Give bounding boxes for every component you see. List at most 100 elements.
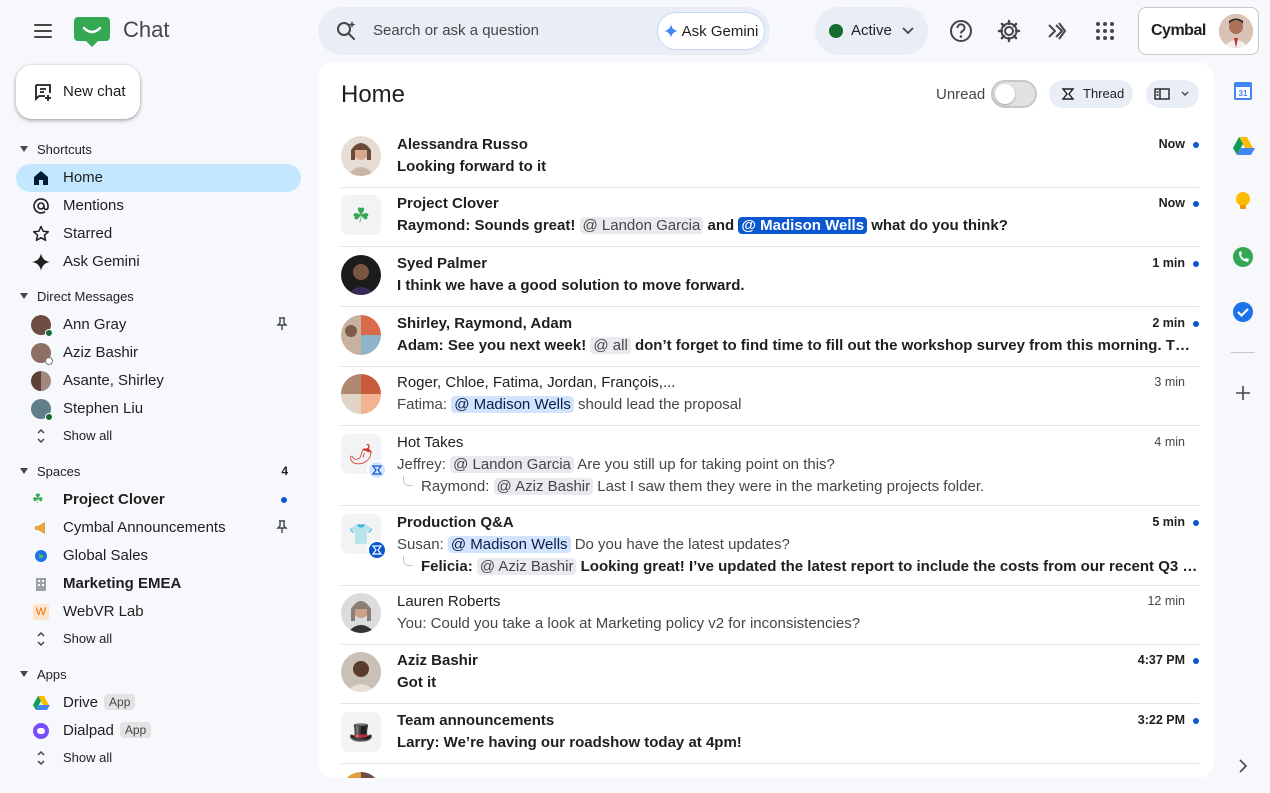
- top-hat-icon: 🎩: [341, 712, 381, 752]
- conversation-item-partial[interactable]: [341, 764, 1199, 778]
- mention-chip-self[interactable]: @ Madison Wells: [451, 396, 574, 413]
- conversation-item[interactable]: Aziz Bashir 4:37 PM Got it: [341, 644, 1199, 704]
- apps-section-toggle[interactable]: Apps: [16, 664, 296, 686]
- spaces-show-all[interactable]: Show all: [16, 625, 301, 653]
- space-item-webvr-lab[interactable]: W WebVR Lab: [16, 598, 301, 626]
- conversation-item[interactable]: Alessandra Russo Now Looking forward to …: [341, 128, 1199, 188]
- voice-phone-icon[interactable]: [1231, 245, 1255, 269]
- conversation-item[interactable]: Syed Palmer 1 min I think we have a good…: [341, 247, 1199, 307]
- space-item-marketing-emea[interactable]: Marketing EMEA: [16, 570, 301, 598]
- conversation-item[interactable]: Lauren Roberts 12 min You: Could you tak…: [341, 585, 1199, 645]
- conversation-item[interactable]: Roger, Chloe, Fatima, Jordan, François,.…: [341, 366, 1199, 426]
- ask-gemini-label: Ask Gemini: [681, 22, 759, 40]
- avatar: [341, 136, 381, 176]
- spaces-section-toggle[interactable]: Spaces 4: [16, 461, 296, 483]
- message-text: Susan:: [397, 536, 448, 553]
- chevron-right-icon[interactable]: [1231, 754, 1255, 778]
- dm-item-ann-gray[interactable]: Ann Gray: [16, 311, 301, 339]
- conversation-name: Lauren Roberts: [397, 593, 501, 610]
- message-text: Raymond:: [421, 478, 494, 495]
- direct-messages-section-toggle[interactable]: Direct Messages: [16, 286, 296, 308]
- conversation-item[interactable]: Shirley, Raymond, Adam 2 min Adam: See y…: [341, 307, 1199, 367]
- message-text: what do you think?: [867, 217, 1008, 234]
- search-placeholder[interactable]: Search or ask a question: [373, 22, 539, 39]
- view-options-button[interactable]: [1146, 80, 1199, 108]
- conversation-name: Shirley, Raymond, Adam: [397, 315, 573, 332]
- group-avatar: [341, 772, 381, 778]
- mention-chip[interactable]: @ Aziz Bashir: [493, 478, 594, 495]
- caret-down-icon: [20, 146, 28, 152]
- ask-gemini-button[interactable]: Ask Gemini: [657, 12, 765, 50]
- dm-item-aziz-bashir[interactable]: Aziz Bashir: [16, 339, 301, 367]
- keep-notes-icon[interactable]: [1231, 189, 1255, 213]
- conversation-item[interactable]: 🎩 Team announcements 3:22 PM Larry: We’r…: [341, 704, 1199, 764]
- app-title: Chat: [123, 17, 170, 42]
- presence-indicator: [45, 329, 53, 337]
- space-item-project-clover[interactable]: ☘ Project Clover: [16, 486, 301, 514]
- new-chat-button[interactable]: New chat: [16, 65, 140, 119]
- message-preview: Jeffrey: @ Landon Garcia Are you still u…: [397, 456, 1199, 473]
- conversation-name: Roger, Chloe, Fatima, Jordan, François,.…: [397, 374, 676, 391]
- google-drive-icon[interactable]: [1231, 134, 1255, 158]
- mention-chip-self[interactable]: @ Madison Wells: [447, 536, 571, 553]
- message-text: don’t forget to find time to fill out th…: [634, 337, 1199, 354]
- conversation-item[interactable]: 👕 Production Q&A 5 min Susan: @ Madison …: [341, 506, 1199, 586]
- conversation-name: Syed Palmer: [397, 255, 488, 272]
- conversation-name: Team announcements: [397, 712, 555, 729]
- calendar-icon[interactable]: 31: [1231, 79, 1255, 103]
- letter-w-icon: W: [33, 604, 49, 620]
- mention-chip-self[interactable]: @ Madison Wells: [738, 217, 868, 234]
- message-text: Felicia:: [421, 558, 477, 575]
- mention-chip[interactable]: @ Aziz Bashir: [476, 558, 577, 575]
- thread-filter-button[interactable]: Thread: [1049, 80, 1133, 108]
- search-bar[interactable]: Search or ask a question Ask Gemini: [318, 7, 770, 55]
- main-menu-icon[interactable]: [28, 16, 58, 46]
- shortcuts-section-toggle[interactable]: Shortcuts: [16, 139, 296, 161]
- dm-item-label: Stephen Liu: [63, 400, 144, 417]
- nav-item-ask-gemini[interactable]: Ask Gemini: [16, 248, 301, 276]
- message-text: Fatima:: [397, 396, 452, 413]
- split-view-icon: [1154, 88, 1170, 100]
- caret-down-icon: [20, 671, 28, 677]
- nav-item-home[interactable]: Home: [16, 164, 301, 192]
- nav-item-label: Ask Gemini: [63, 253, 140, 270]
- google-apps-grid-icon[interactable]: [1091, 17, 1119, 45]
- app-tag: App: [104, 694, 136, 710]
- apps-script-icon[interactable]: [1043, 17, 1071, 45]
- dm-item-stephen-liu[interactable]: Stephen Liu: [16, 395, 301, 423]
- top-bar: Chat Search or ask a question Ask Gemini…: [0, 0, 1270, 62]
- conversation-item[interactable]: ☘ Project Clover Now Raymond: Sounds gre…: [341, 187, 1199, 247]
- app-item-drive[interactable]: Drive App: [16, 689, 301, 717]
- status-dot: [829, 24, 843, 38]
- space-item-cymbal-announcements[interactable]: Cymbal Announcements: [16, 514, 301, 542]
- pin-icon[interactable]: [275, 317, 289, 331]
- show-all-label: Show all: [63, 428, 113, 443]
- app-item-dialpad[interactable]: Dialpad App: [16, 717, 301, 745]
- apps-heading: Apps: [37, 667, 67, 682]
- help-icon[interactable]: [947, 17, 975, 45]
- conversation-item[interactable]: 🌶 Hot Takes 4 min Jeffrey: @ Landon Garc…: [341, 426, 1199, 506]
- dm-item-label: Asante, Shirley: [63, 372, 164, 389]
- mention-chip[interactable]: @ all: [590, 337, 631, 354]
- thread-label: Thread: [1083, 86, 1125, 101]
- status-dropdown[interactable]: Active: [815, 7, 928, 55]
- toggle-knob: [995, 84, 1015, 104]
- unread-toggle[interactable]: [991, 80, 1037, 108]
- account-button[interactable]: Cymbal: [1138, 7, 1259, 55]
- nav-item-mentions[interactable]: Mentions: [16, 192, 301, 220]
- tasks-icon[interactable]: [1231, 300, 1255, 324]
- dm-show-all[interactable]: Show all: [16, 422, 301, 450]
- nav-item-starred[interactable]: Starred: [16, 220, 301, 248]
- unread-dot: [281, 497, 287, 503]
- dm-item-asante-shirley[interactable]: Asante, Shirley: [16, 367, 301, 395]
- presence-indicator: [45, 413, 53, 421]
- add-addon-icon[interactable]: [1231, 381, 1255, 405]
- mention-chip[interactable]: @ Landon Garcia: [450, 456, 574, 473]
- building-icon: [36, 578, 46, 591]
- space-item-global-sales[interactable]: Global Sales: [16, 542, 301, 570]
- pin-icon[interactable]: [275, 520, 289, 534]
- settings-gear-icon[interactable]: [995, 17, 1023, 45]
- space-item-label: Project Clover: [63, 491, 165, 508]
- mention-chip[interactable]: @ Landon Garcia: [579, 217, 704, 234]
- apps-show-all[interactable]: Show all: [16, 744, 301, 772]
